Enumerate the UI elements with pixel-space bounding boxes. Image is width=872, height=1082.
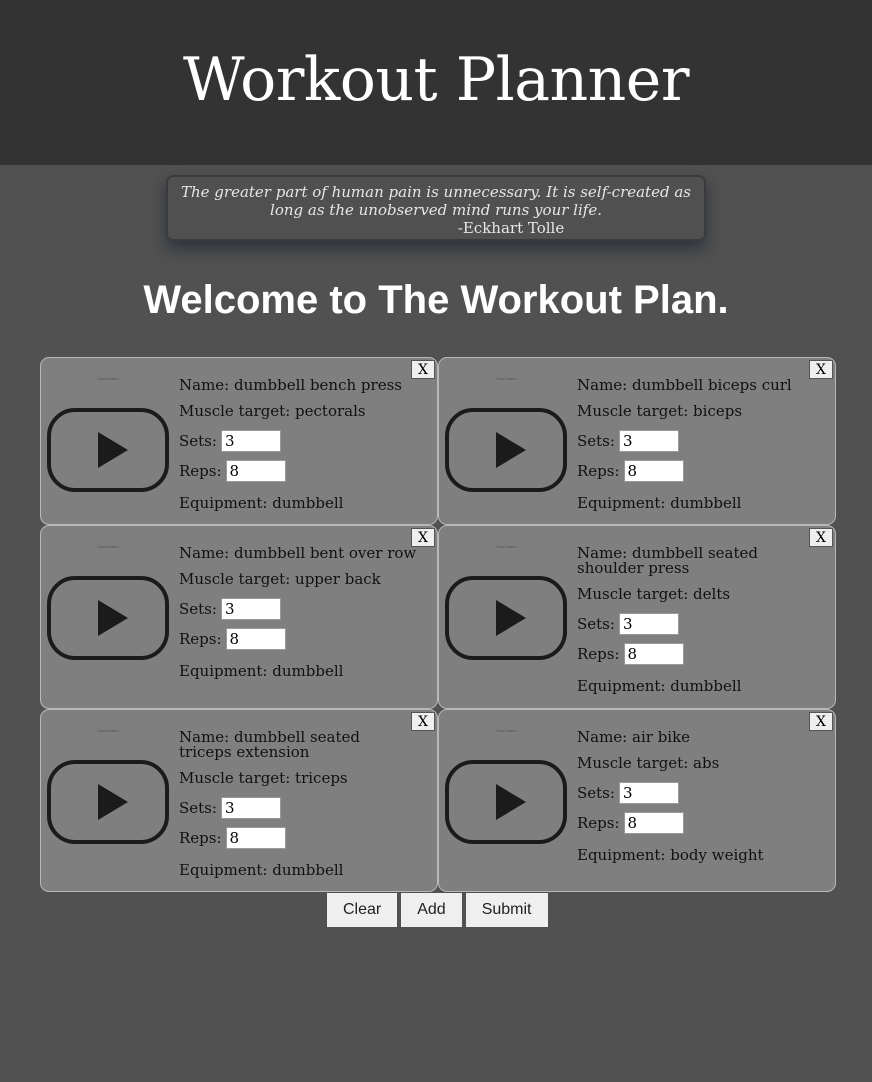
sets-row: Sets:	[179, 430, 429, 452]
exercise-info: Name: dumbbell bent over row Muscle targ…	[179, 546, 429, 690]
clear-button[interactable]: Clear	[327, 893, 398, 927]
muscle-target: Muscle target: delts	[577, 585, 731, 603]
exercise-name: Name: dumbbell bench press	[179, 376, 402, 394]
exercise-card: Click Button X Name: dumbbell bent over …	[40, 525, 438, 709]
exercise-card: Click Button X Name: dumbbell bench pres…	[40, 357, 438, 525]
exercise-card: Click Button X Name: air bike Muscle tar…	[438, 709, 836, 892]
play-icon	[445, 760, 567, 844]
exercise-name: Name: dumbbell seated shoulder press	[577, 544, 758, 577]
sets-row: Sets:	[179, 598, 429, 620]
reps-row: Reps:	[179, 827, 409, 849]
sets-input[interactable]	[618, 782, 679, 804]
equipment: Equipment: dumbbell	[577, 494, 742, 512]
equipment: Equipment: dumbbell	[179, 861, 344, 879]
exercise-info: Name: dumbbell biceps curl Muscle target…	[577, 378, 827, 522]
thumbnail-caption: Click Button	[495, 728, 517, 733]
muscle-target: Muscle target: pectorals	[179, 402, 366, 420]
muscle-target: Muscle target: triceps	[179, 769, 348, 787]
page-title: Workout Planner	[182, 45, 690, 115]
equipment: Equipment: dumbbell	[179, 662, 344, 680]
equipment: Equipment: dumbbell	[577, 677, 742, 695]
page-header: Workout Planner	[0, 0, 872, 165]
thumbnail-caption: Click Button	[97, 376, 119, 381]
remove-button[interactable]: X	[411, 712, 435, 731]
reps-row: Reps:	[577, 643, 817, 665]
sets-input[interactable]	[220, 430, 281, 452]
remove-button[interactable]: X	[809, 528, 833, 547]
sets-row: Sets:	[577, 613, 817, 635]
exercise-card: Click Button X Name: dumbbell seated sho…	[438, 525, 836, 709]
quote-box: The greater part of human pain is unnece…	[166, 175, 706, 241]
sets-input[interactable]	[220, 797, 281, 819]
play-icon	[445, 408, 567, 492]
exercise-info: Name: dumbbell seated triceps extension …	[179, 730, 409, 889]
sets-row: Sets:	[179, 797, 409, 819]
thumbnail-caption: Click Button	[97, 728, 119, 733]
video-thumbnail[interactable]: Click Button	[46, 544, 170, 664]
reps-row: Reps:	[577, 460, 827, 482]
thumbnail-caption: Click Button	[495, 544, 517, 549]
exercise-name: Name: air bike	[577, 728, 691, 746]
video-thumbnail[interactable]: Click Button	[444, 544, 568, 664]
video-thumbnail[interactable]: Click Button	[444, 376, 568, 496]
exercise-info: Name: dumbbell seated shoulder press Mus…	[577, 546, 817, 705]
sets-row: Sets:	[577, 782, 827, 804]
sets-input[interactable]	[220, 598, 281, 620]
reps-row: Reps:	[179, 628, 429, 650]
video-thumbnail[interactable]: Click Button	[46, 728, 170, 848]
video-thumbnail[interactable]: Click Button	[444, 728, 568, 848]
sets-input[interactable]	[618, 430, 679, 452]
video-thumbnail[interactable]: Click Button	[46, 376, 170, 496]
reps-input[interactable]	[225, 628, 286, 650]
exercise-info: Name: dumbbell bench press Muscle target…	[179, 378, 429, 522]
play-icon	[47, 760, 169, 844]
thumbnail-caption: Click Button	[97, 544, 119, 549]
reps-input[interactable]	[623, 643, 684, 665]
muscle-target: Muscle target: abs	[577, 754, 720, 772]
exercise-info: Name: air bike Muscle target: abs Sets: …	[577, 730, 827, 874]
reps-input[interactable]	[623, 812, 684, 834]
muscle-target: Muscle target: biceps	[577, 402, 743, 420]
play-icon	[47, 408, 169, 492]
play-icon	[47, 576, 169, 660]
quote-text: The greater part of human pain is unnece…	[181, 183, 691, 219]
remove-button[interactable]: X	[411, 360, 435, 379]
action-bar: Clear Add Submit	[327, 893, 548, 927]
exercise-card: Click Button X Name: dumbbell seated tri…	[40, 709, 438, 892]
equipment: Equipment: dumbbell	[179, 494, 344, 512]
exercise-card: Click Button X Name: dumbbell biceps cur…	[438, 357, 836, 525]
submit-button[interactable]: Submit	[465, 893, 548, 927]
exercise-name: Name: dumbbell biceps curl	[577, 376, 792, 394]
thumbnail-caption: Click Button	[495, 376, 517, 381]
exercise-name: Name: dumbbell seated triceps extension	[179, 728, 360, 761]
exercise-name: Name: dumbbell bent over row	[179, 544, 417, 562]
sets-input[interactable]	[618, 613, 679, 635]
equipment: Equipment: body weight	[577, 846, 764, 864]
remove-button[interactable]: X	[809, 712, 833, 731]
reps-input[interactable]	[623, 460, 684, 482]
quote-author: -Eckhart Tolle	[457, 219, 565, 237]
add-button[interactable]: Add	[401, 893, 462, 927]
reps-row: Reps:	[179, 460, 429, 482]
reps-input[interactable]	[225, 827, 286, 849]
remove-button[interactable]: X	[809, 360, 833, 379]
welcome-heading: Welcome to The Workout Plan.	[143, 278, 729, 322]
reps-row: Reps:	[577, 812, 827, 834]
play-icon	[445, 576, 567, 660]
sets-row: Sets:	[577, 430, 827, 452]
reps-input[interactable]	[225, 460, 286, 482]
muscle-target: Muscle target: upper back	[179, 570, 381, 588]
